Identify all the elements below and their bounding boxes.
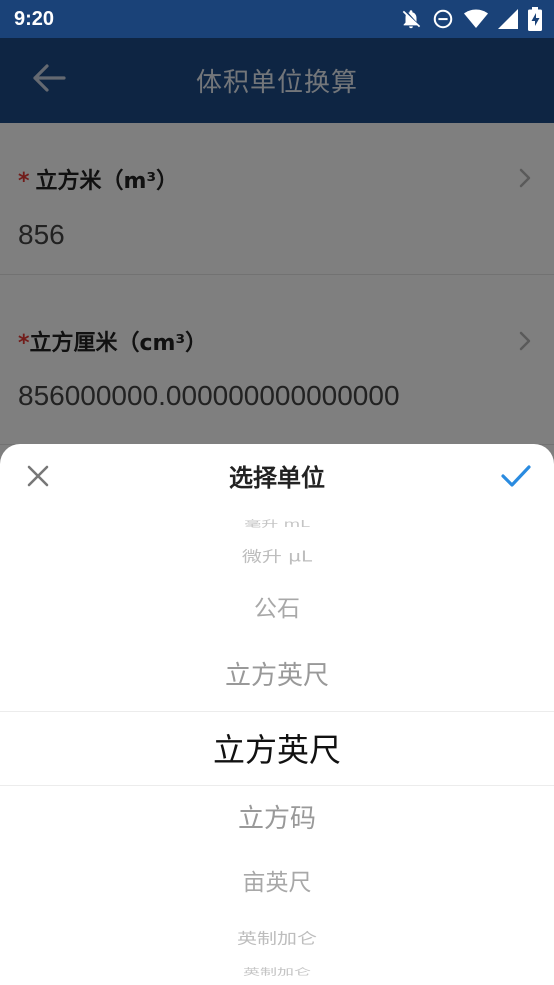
status-time: 9:20 <box>14 7 55 30</box>
picker-item[interactable]: 亩英尺 <box>0 866 554 900</box>
notifications-off-icon <box>400 8 422 30</box>
picker-selection-line <box>0 711 554 712</box>
unit-picker-sheet: 选择单位 毫升 mL 微升 μL 公石 立方英尺 立方英尺 立方码 亩英尺 英制… <box>0 444 554 985</box>
picker-item[interactable]: 毫升 mL <box>0 519 554 530</box>
picker-item[interactable]: 英制加仑 <box>0 928 554 949</box>
check-icon <box>500 463 532 493</box>
sheet-title: 选择单位 <box>229 464 325 492</box>
confirm-button[interactable] <box>496 458 536 498</box>
picker-selection-line <box>0 785 554 786</box>
do-not-disturb-icon <box>432 8 454 30</box>
status-bar: 9:20 <box>0 0 554 38</box>
status-icons <box>400 7 542 31</box>
picker-item[interactable]: 立方英尺 <box>0 656 554 696</box>
picker-item[interactable]: 微升 μL <box>0 546 554 567</box>
picker-item[interactable]: 公石 <box>0 592 554 626</box>
wifi-icon <box>464 8 488 30</box>
picker-item[interactable]: 英制加仑 <box>0 967 554 978</box>
picker-item-selected[interactable]: 立方英尺 <box>0 726 554 774</box>
battery-charging-icon <box>528 7 542 31</box>
signal-icon <box>498 9 518 29</box>
picker-item[interactable]: 立方码 <box>0 799 554 839</box>
unit-picker-wheel[interactable]: 毫升 mL 微升 μL 公石 立方英尺 立方英尺 立方码 亩英尺 英制加仑 英制… <box>0 506 554 985</box>
